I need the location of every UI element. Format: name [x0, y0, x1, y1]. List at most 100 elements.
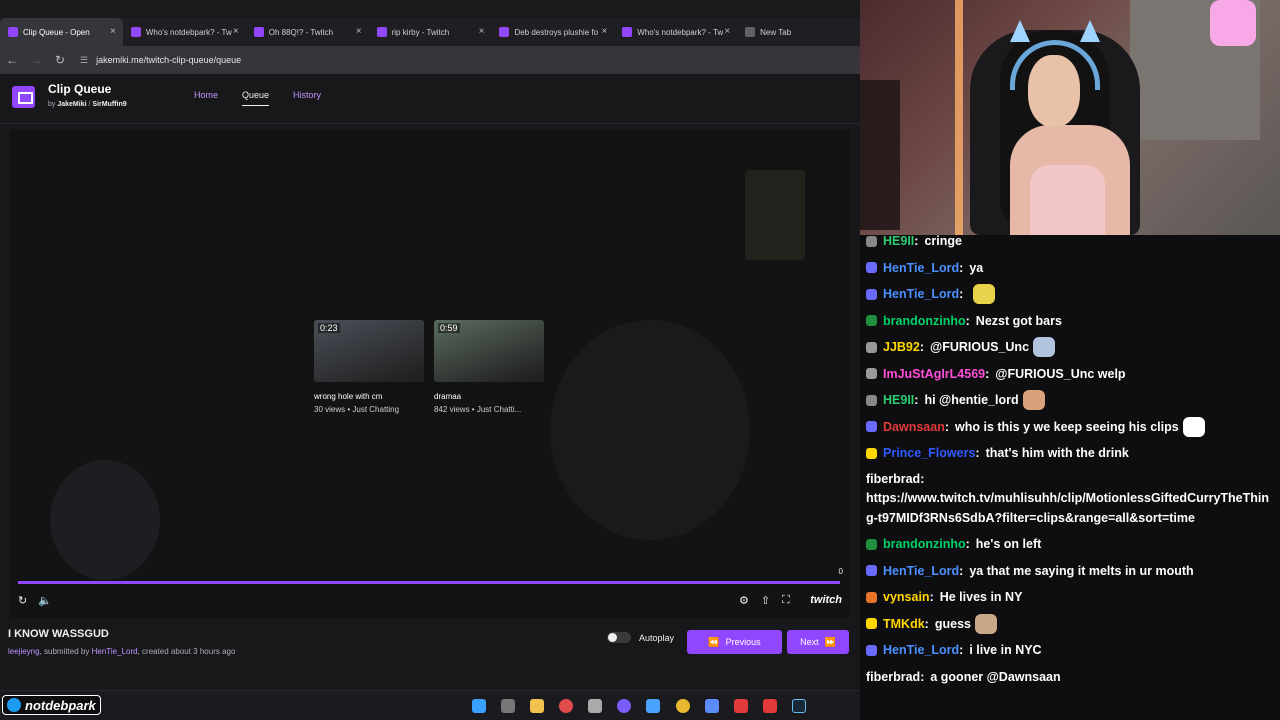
nav-home[interactable]: Home — [194, 90, 218, 106]
browser-tab[interactable]: Oh 88Q!? - Twitch × — [246, 18, 369, 46]
chat-message: HenTie_Lord: — [866, 281, 1274, 308]
nav-queue[interactable]: Queue — [242, 90, 270, 106]
chat-username[interactable]: fiberbrad — [866, 472, 920, 486]
tv-icon[interactable] — [12, 86, 35, 108]
clip-card[interactable]: 0:59 dramaa 842 views • Just Chatti... — [434, 320, 544, 414]
app-icon-3[interactable] — [646, 699, 660, 713]
clip-thumbnail[interactable]: 0:59 — [434, 320, 544, 382]
previous-button[interactable]: ⏪ Previous — [687, 630, 782, 654]
chat-username[interactable]: HE9II — [883, 387, 914, 414]
queue-count: 0 — [838, 567, 843, 576]
chat-badge-icon — [866, 565, 877, 577]
tab-close-icon[interactable]: × — [233, 26, 239, 37]
author-jakemiki[interactable]: JakeMiki — [57, 101, 86, 108]
chat-message: vynsain: He lives in NY — [866, 584, 1274, 611]
chat-colon: : — [914, 393, 919, 407]
app-icon-6[interactable] — [763, 699, 777, 713]
chat-colon: : — [919, 340, 925, 354]
back-icon[interactable]: ← — [0, 53, 24, 67]
twitch-logo[interactable]: twitch — [810, 594, 842, 606]
site-info-icon[interactable]: ☰ — [80, 55, 88, 65]
folder-icon[interactable] — [530, 699, 544, 713]
app-icon-1[interactable] — [559, 699, 573, 713]
chat-username[interactable]: HenTie_Lord — [883, 281, 959, 308]
tab-close-icon[interactable]: × — [356, 26, 362, 37]
url-text: jakemiki.me/twitch-clip-queue/queue — [96, 54, 242, 65]
chat-username[interactable]: brandonzinho — [883, 308, 966, 335]
app-icon-2[interactable] — [588, 699, 602, 713]
clip-duration: 0:23 — [318, 323, 340, 333]
clip-card[interactable]: 0:23 wrong hole with cm 30 views • Just Ch… — [314, 320, 424, 414]
chat-username[interactable]: JJB92 — [883, 334, 920, 361]
chat-message: fiberbrad: https://www.twitch.tv/muhlisuh… — [866, 467, 1274, 532]
tab-label: Deb destroys plushie fo — [514, 27, 599, 37]
discord-icon[interactable] — [617, 699, 631, 713]
chat-badge-icon — [866, 341, 877, 353]
chat-badge-icon — [866, 368, 877, 380]
tab-close-icon[interactable]: × — [479, 26, 485, 37]
chat-username[interactable]: HE9II — [883, 228, 914, 255]
author-separator: / — [88, 101, 91, 108]
browser-tab[interactable]: New Tab — [737, 18, 860, 46]
address-bar: ← → ↻ ☰ jakemiki.me/twitch-clip-queue/que… — [0, 46, 860, 74]
chat-badge-icon — [866, 591, 877, 603]
chat-colon: : — [959, 287, 964, 301]
app-icon-4[interactable] — [705, 699, 719, 713]
autoplay-control[interactable]: Autoplay — [607, 632, 674, 643]
chat-username[interactable]: HenTie_Lord — [883, 558, 959, 585]
video-player[interactable]: 0:23 wrong hole with cm 30 views • Just Ch… — [10, 130, 850, 618]
tab-favicon-icon — [376, 27, 387, 37]
search-icon[interactable] — [501, 699, 515, 713]
clip-submitter[interactable]: HenTie_Lord — [92, 647, 138, 656]
author-sirmuffin9[interactable]: SirMuffin9 — [92, 101, 126, 108]
browser-tab[interactable]: Who's notdebpark? - Tw × — [614, 18, 737, 46]
autoplay-toggle[interactable] — [607, 632, 631, 643]
reload-icon[interactable]: ↻ — [48, 53, 72, 67]
clip-thumbnail[interactable]: 0:23 — [314, 320, 424, 382]
clip-card-meta: 30 views • Just Chatting — [314, 405, 400, 414]
clip-channel[interactable]: leejieyng — [8, 647, 40, 656]
app-icon-5[interactable] — [734, 699, 748, 713]
chat-username[interactable]: ImJuStAgIrL4569 — [883, 361, 985, 388]
browser-tab[interactable]: Who's notdebpark? - Tw × — [123, 18, 246, 46]
emote-icon — [974, 613, 997, 634]
browser-tab[interactable]: rip kirby - Twitch × — [369, 18, 492, 46]
settings-icon[interactable]: ⚙ — [739, 594, 749, 607]
tab-label: Oh 88Q!? - Twitch — [268, 27, 334, 37]
forward-icon[interactable]: → — [24, 53, 48, 67]
created-text: , created about 3 hours ago — [137, 647, 236, 656]
steam-icon[interactable] — [792, 699, 806, 713]
chat-text: that's him with the drink — [985, 446, 1129, 460]
chat-username[interactable]: HenTie_Lord — [883, 255, 959, 282]
chat-username[interactable]: fiberbrad — [866, 664, 920, 691]
chat-badge-icon — [866, 394, 877, 406]
browser-tab[interactable]: Clip Queue - Open × — [0, 18, 123, 46]
tab-close-icon[interactable]: × — [724, 26, 730, 37]
chat-username[interactable]: Prince_Flowers — [883, 440, 975, 467]
chat-badge-icon — [866, 262, 877, 274]
fullscreen-icon[interactable]: ⛶ — [782, 594, 790, 607]
tab-close-icon[interactable]: × — [601, 26, 607, 37]
chat-username[interactable]: HenTie_Lord — [883, 637, 959, 664]
chat-text: @FURIOUS_Unc welp — [995, 366, 1126, 381]
chat-username[interactable]: vynsain — [883, 584, 930, 611]
chat-username[interactable]: brandonzinho — [883, 531, 966, 558]
url-field[interactable]: ☰ jakemiki.me/twitch-clip-queue/queue — [80, 55, 241, 66]
start-icon[interactable] — [472, 699, 486, 713]
chat-username[interactable]: TMKdk — [883, 611, 925, 638]
rewind-icon: ⏪ — [708, 636, 720, 647]
volume-icon[interactable]: 🔈 — [38, 594, 52, 607]
nav-history[interactable]: History — [293, 90, 321, 106]
browser-tab[interactable]: Deb destroys plushie fo × — [491, 18, 614, 46]
chrome-icon[interactable] — [676, 699, 690, 713]
up-next-clips: 0:23 wrong hole with cm 30 views • Just Ch… — [314, 320, 544, 414]
next-button[interactable]: Next ⏩ — [787, 630, 849, 654]
chat-text: he's on left — [975, 537, 1042, 551]
chat-message: brandonzinho: he's on left — [866, 531, 1274, 558]
chat-colon: : — [959, 563, 964, 578]
tab-close-icon[interactable]: × — [110, 26, 116, 37]
share-icon[interactable]: ⇧ — [761, 594, 770, 607]
replay-icon[interactable]: ↻ — [18, 594, 27, 607]
chat-username[interactable]: Dawnsaan — [883, 414, 945, 441]
progress-bar[interactable]: 0 — [18, 567, 843, 584]
